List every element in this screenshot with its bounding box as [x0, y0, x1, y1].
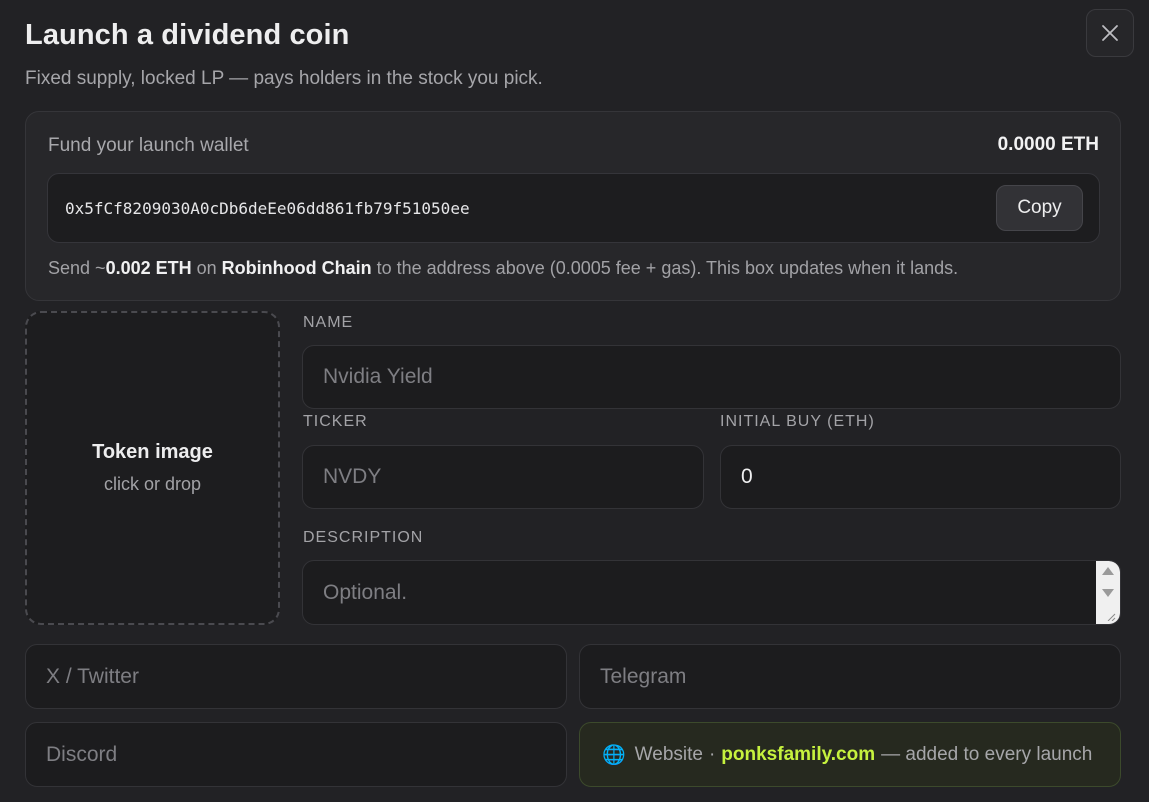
description-label: DESCRIPTION [303, 529, 424, 546]
scroll-down-icon[interactable] [1102, 589, 1114, 597]
globe-icon: 🌐 [602, 744, 626, 766]
website-info: 🌐 Website · ponksfamily.com — added to e… [579, 722, 1121, 787]
address-box: 0x5fCf8209030A0cDb6deEe06dd861fb79f51050… [47, 173, 1100, 243]
ticker-placeholder: NVDY [323, 465, 382, 488]
twitter-placeholder: X / Twitter [46, 664, 139, 688]
name-label: NAME [303, 314, 354, 331]
fund-label: Fund your launch wallet [48, 135, 249, 156]
copy-button[interactable]: Copy [996, 185, 1083, 231]
launch-modal: Launch a dividend coin Fixed supply, loc… [0, 0, 1149, 802]
twitter-input[interactable]: X / Twitter [25, 644, 567, 709]
note-on: on [191, 258, 222, 278]
name-placeholder: Nvidia Yield [323, 365, 433, 388]
discord-placeholder: Discord [46, 742, 118, 766]
note-amount: 0.002 ETH [105, 258, 192, 278]
initial-buy-label: INITIAL BUY (ETH) [720, 413, 875, 430]
resize-grip-icon[interactable] [1106, 613, 1116, 621]
ticker-label: TICKER [303, 413, 368, 430]
dropzone-title: Token image [92, 441, 213, 463]
modal-subtitle: Fixed supply, locked LP — pays holders i… [25, 68, 543, 89]
telegram-input[interactable]: Telegram [579, 644, 1121, 709]
note-suffix: to the address above (0.0005 fee + gas).… [371, 258, 959, 278]
fund-wallet-card: Fund your launch wallet 0.0000 ETH 0x5fC… [25, 111, 1121, 301]
textarea-scrollbar[interactable] [1096, 561, 1120, 624]
dropzone-hint: click or drop [103, 474, 202, 494]
website-suffix: — added to every launch [881, 743, 1093, 765]
initial-buy-value: 0 [741, 465, 753, 488]
note-chain: Robinhood Chain [221, 258, 372, 278]
fund-instructions: Send ~0.002 ETH on Robinhood Chain to th… [48, 258, 958, 279]
discord-input[interactable]: Discord [25, 722, 567, 787]
website-domain: ponksfamily.com [721, 743, 876, 765]
note-prefix: Send ~ [48, 258, 106, 278]
telegram-placeholder: Telegram [600, 664, 687, 688]
ticker-input[interactable]: NVDY [302, 445, 704, 509]
initial-buy-input[interactable]: 0 [720, 445, 1121, 509]
description-textarea[interactable]: Optional. [302, 560, 1121, 625]
scroll-up-icon[interactable] [1102, 567, 1114, 575]
website-label: Website [634, 743, 703, 765]
website-separator: · [708, 743, 716, 765]
description-placeholder: Optional. [323, 580, 408, 604]
wallet-address[interactable]: 0x5fCf8209030A0cDb6deEe06dd861fb79f51050… [65, 199, 470, 218]
token-image-dropzone[interactable]: Token image click or drop [25, 311, 280, 625]
modal-title: Launch a dividend coin [25, 19, 350, 51]
close-button[interactable] [1086, 9, 1134, 57]
close-icon [1102, 25, 1118, 41]
name-input[interactable]: Nvidia Yield [302, 345, 1121, 409]
wallet-balance: 0.0000 ETH [997, 134, 1099, 155]
